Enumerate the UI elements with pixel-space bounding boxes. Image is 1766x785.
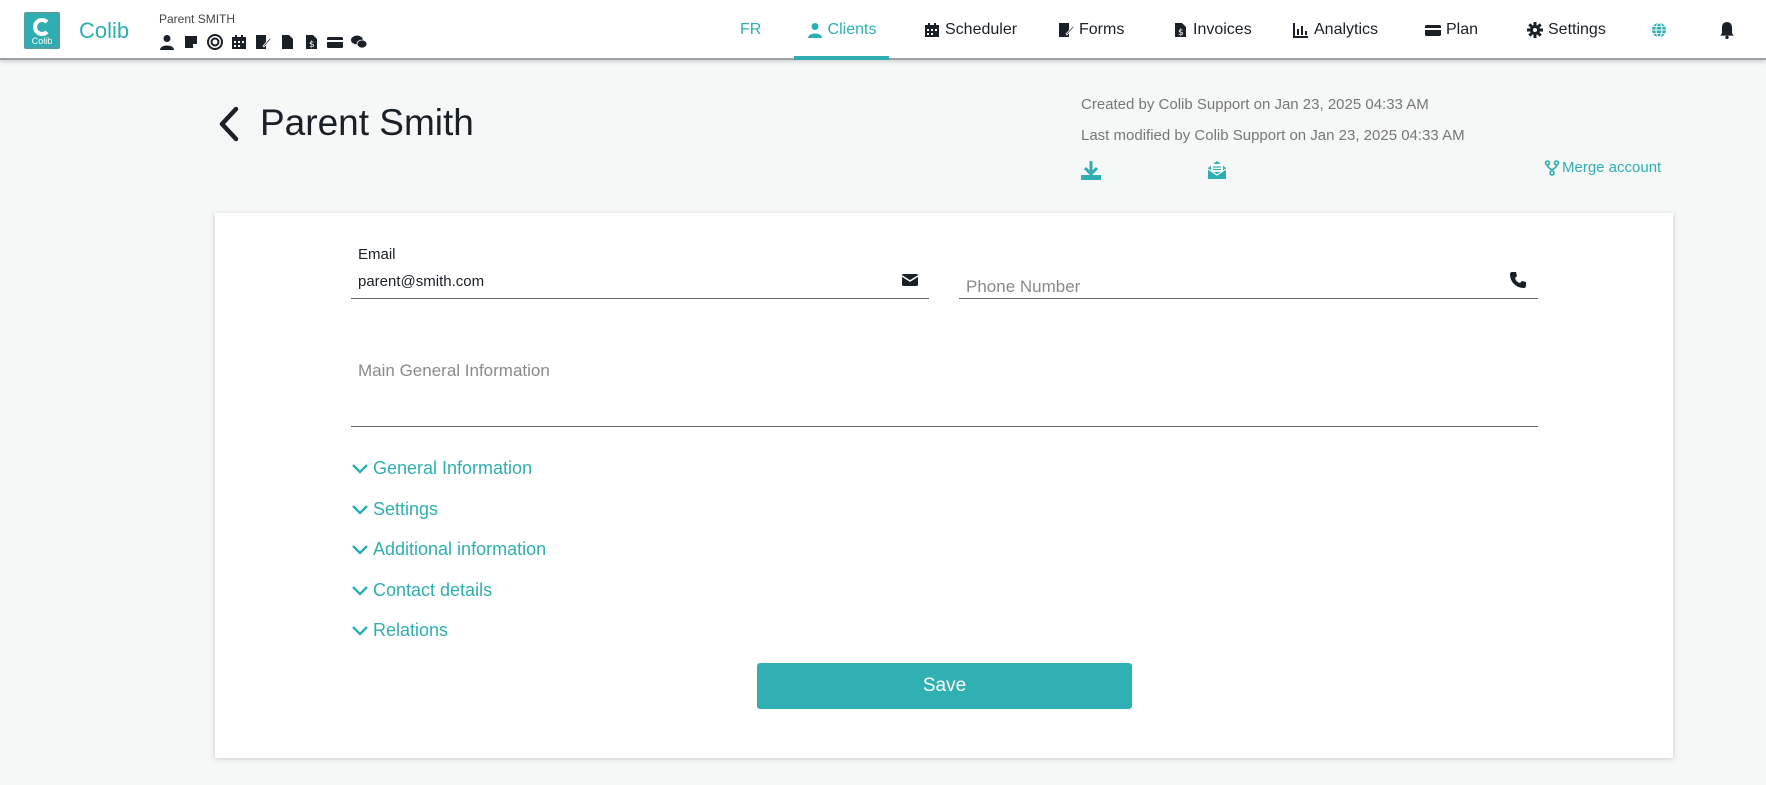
section-relations[interactable]: Relations <box>352 620 448 641</box>
main-general-info-field[interactable]: Main General Information <box>351 352 1538 427</box>
merge-account-label: Merge account <box>1562 159 1662 176</box>
nav-invoices[interactable]: $ Invoices <box>1172 0 1252 60</box>
gear-icon <box>1527 22 1543 38</box>
email-value[interactable]: parent@smith.com <box>358 273 484 290</box>
nav-analytics[interactable]: Analytics <box>1293 0 1378 60</box>
email-label: Email <box>358 246 396 263</box>
calendar-icon <box>924 22 940 38</box>
target-icon[interactable] <box>206 33 223 50</box>
bell-icon <box>1718 21 1736 39</box>
colib-logo[interactable]: Colib <box>24 12 60 49</box>
nav-invoices-label: Invoices <box>1193 21 1252 38</box>
chart-icon <box>1293 22 1309 38</box>
nav-plan-label: Plan <box>1446 21 1479 38</box>
signature-icon <box>1058 22 1074 38</box>
signature-icon[interactable] <box>254 33 271 50</box>
invoice-icon: $ <box>1172 22 1188 38</box>
envelope-icon <box>901 271 919 289</box>
svg-text:$: $ <box>309 40 315 50</box>
section-general-information[interactable]: General Information <box>352 458 532 479</box>
credit-card-icon[interactable] <box>326 33 343 50</box>
logo-text: Colib <box>31 36 53 46</box>
quick-actions-bar: $ <box>158 33 367 50</box>
merge-icon <box>1544 159 1560 176</box>
nav-analytics-label: Analytics <box>1314 21 1379 38</box>
back-arrow-icon[interactable] <box>214 106 244 142</box>
download-icon[interactable] <box>1080 159 1102 181</box>
phone-icon <box>1509 271 1527 289</box>
envelope-open-icon[interactable] <box>1206 159 1228 181</box>
chevron-down-icon <box>352 625 368 636</box>
created-info: Created by Colib Support on Jan 23, 2025… <box>1081 96 1429 113</box>
save-button[interactable]: Save <box>757 663 1132 709</box>
invoice-icon[interactable]: $ <box>302 33 319 50</box>
credit-card-icon <box>1425 22 1441 38</box>
chat-icon[interactable] <box>350 33 367 50</box>
section-label: Additional information <box>373 539 547 559</box>
note-icon[interactable] <box>182 33 199 50</box>
nav-scheduler[interactable]: Scheduler <box>924 0 1017 60</box>
phone-placeholder: Phone Number <box>966 277 1081 296</box>
nav-scheduler-label: Scheduler <box>945 21 1018 38</box>
section-additional-information[interactable]: Additional information <box>352 539 546 560</box>
chevron-down-icon <box>352 585 368 596</box>
section-contact-details[interactable]: Contact details <box>352 580 492 601</box>
chevron-down-icon <box>352 504 368 515</box>
section-label: General Information <box>373 458 533 478</box>
section-settings[interactable]: Settings <box>352 499 438 520</box>
user-icon[interactable] <box>158 33 175 50</box>
brand-name[interactable]: Colib <box>79 18 129 44</box>
nav-clients[interactable]: Clients <box>794 0 889 60</box>
section-label: Contact details <box>373 580 493 600</box>
chevron-down-icon <box>352 463 368 474</box>
merge-account-link[interactable]: Merge account <box>1544 159 1661 176</box>
globe-button[interactable] <box>1651 0 1672 60</box>
nav-forms[interactable]: Forms <box>1058 0 1124 60</box>
top-navbar: Colib Colib Parent SMITH $ FR Clients Sc… <box>0 0 1766 60</box>
notifications-button[interactable] <box>1718 0 1741 60</box>
user-icon <box>807 22 823 38</box>
svg-text:$: $ <box>1178 28 1184 38</box>
nav-forms-label: Forms <box>1079 21 1125 38</box>
nav-clients-label: Clients <box>827 21 877 38</box>
current-client-name: Parent SMITH <box>159 12 236 26</box>
modified-info: Last modified by Colib Support on Jan 23… <box>1081 127 1465 144</box>
section-label: Relations <box>373 620 449 640</box>
main-general-info-placeholder: Main General Information <box>358 361 550 380</box>
globe-icon <box>1651 22 1667 38</box>
section-label: Settings <box>373 499 439 519</box>
language-toggle[interactable]: FR <box>740 0 761 60</box>
file-icon[interactable] <box>278 33 295 50</box>
language-label: FR <box>740 21 762 38</box>
page-title: Parent Smith <box>260 102 474 143</box>
email-field[interactable]: Email parent@smith.com <box>351 244 929 299</box>
chevron-down-icon <box>352 544 368 555</box>
nav-settings-label: Settings <box>1548 21 1606 38</box>
calendar-icon[interactable] <box>230 33 247 50</box>
phone-field[interactable]: Phone Number <box>959 244 1538 299</box>
nav-settings[interactable]: Settings <box>1527 0 1606 60</box>
nav-plan[interactable]: Plan <box>1425 0 1478 60</box>
